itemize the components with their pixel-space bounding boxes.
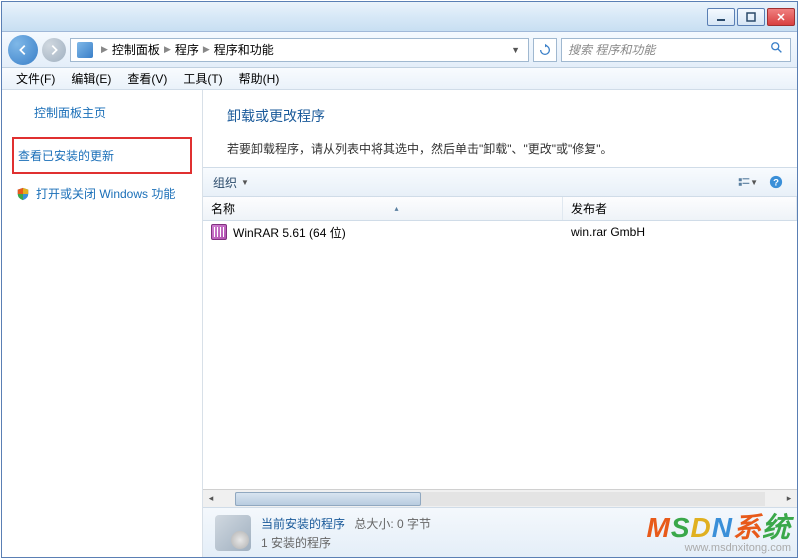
titlebar (2, 2, 797, 32)
status-count: 1 安装的程序 (261, 534, 431, 551)
scroll-thumb[interactable] (235, 492, 421, 506)
program-publisher: win.rar GmbH (563, 225, 797, 239)
control-panel-icon (77, 42, 93, 58)
chevron-right-icon: ▶ (101, 44, 108, 55)
search-input[interactable]: 搜索 程序和功能 (561, 38, 791, 62)
menu-tools[interactable]: 工具(T) (175, 70, 230, 87)
table-body: WinRAR 5.61 (64 位) win.rar GmbH (203, 221, 797, 489)
sidebar: 控制面板主页 查看已安装的更新 打开或关闭 Windows 功能 (2, 90, 202, 557)
content-pane: 卸载或更改程序 若要卸载程序，请从列表中将其选中，然后单击"卸载"、"更改"或"… (202, 90, 797, 557)
refresh-icon (538, 43, 552, 57)
chevron-right-icon: ▶ (203, 44, 210, 55)
toolbar: 组织 ▼ ▼ ? (203, 167, 797, 197)
sidebar-windows-features-link[interactable]: 打开或关闭 Windows 功能 (12, 182, 192, 205)
scroll-right-button[interactable]: ▸ (781, 491, 797, 507)
winrar-icon (211, 224, 227, 240)
chevron-down-icon: ▼ (750, 178, 758, 187)
breadcrumb-dropdown[interactable]: ▼ (505, 45, 526, 55)
breadcrumb-item[interactable]: 控制面板 (112, 41, 160, 58)
shield-icon (16, 187, 30, 201)
sidebar-home-link[interactable]: 控制面板主页 (12, 104, 192, 121)
chevron-right-icon: ▶ (164, 44, 171, 55)
view-options-button[interactable]: ▼ (737, 173, 759, 191)
program-name: WinRAR 5.61 (64 位) (233, 224, 346, 241)
column-name[interactable]: 名称 ▴ (203, 197, 563, 220)
search-placeholder: 搜索 程序和功能 (568, 41, 655, 58)
maximize-button[interactable] (737, 8, 765, 26)
forward-button[interactable] (42, 38, 66, 62)
menu-help[interactable]: 帮助(H) (231, 70, 288, 87)
window: ▶ 控制面板 ▶ 程序 ▶ 程序和功能 ▼ 搜索 程序和功能 文件(F) 编辑(… (1, 1, 798, 558)
horizontal-scrollbar[interactable]: ◂ ▸ (203, 489, 797, 507)
scroll-left-button[interactable]: ◂ (203, 491, 219, 507)
page-title: 卸载或更改程序 (227, 106, 773, 126)
menu-file[interactable]: 文件(F) (8, 70, 63, 87)
minimize-button[interactable] (707, 8, 735, 26)
status-size-value: 0 字节 (397, 517, 431, 531)
back-button[interactable] (8, 35, 38, 65)
organize-button[interactable]: 组织 ▼ (213, 174, 249, 191)
navigation-bar: ▶ 控制面板 ▶ 程序 ▶ 程序和功能 ▼ 搜索 程序和功能 (2, 32, 797, 68)
refresh-button[interactable] (533, 38, 557, 62)
table-header: 名称 ▴ 发布者 (203, 197, 797, 221)
status-size-label: 总大小: (354, 517, 393, 531)
breadcrumb-item[interactable]: 程序 (175, 41, 199, 58)
status-title: 当前安装的程序 (261, 517, 345, 531)
help-button[interactable]: ? (765, 173, 787, 191)
svg-text:?: ? (773, 178, 779, 189)
content-header: 卸载或更改程序 若要卸载程序，请从列表中将其选中，然后单击"卸载"、"更改"或"… (203, 90, 797, 167)
breadcrumb-item[interactable]: 程序和功能 (214, 41, 274, 58)
programs-table: 名称 ▴ 发布者 WinRAR 5.61 (64 位) win.rar GmbH (203, 197, 797, 507)
close-button[interactable] (767, 8, 795, 26)
scroll-track[interactable] (235, 492, 765, 506)
table-row[interactable]: WinRAR 5.61 (64 位) win.rar GmbH (203, 221, 797, 243)
column-publisher[interactable]: 发布者 (563, 197, 797, 220)
menu-bar: 文件(F) 编辑(E) 查看(V) 工具(T) 帮助(H) (2, 68, 797, 90)
main-area: 控制面板主页 查看已安装的更新 打开或关闭 Windows 功能 卸载或更改程序… (2, 90, 797, 557)
status-bar: 当前安装的程序 总大小: 0 字节 1 安装的程序 (203, 507, 797, 557)
sidebar-installed-updates-link[interactable]: 查看已安装的更新 (12, 137, 192, 174)
page-description: 若要卸载程序，请从列表中将其选中，然后单击"卸载"、"更改"或"修复"。 (227, 140, 773, 157)
sort-ascending-icon: ▴ (395, 204, 399, 213)
window-controls (707, 8, 795, 26)
programs-icon (215, 515, 251, 551)
menu-view[interactable]: 查看(V) (119, 70, 175, 87)
menu-edit[interactable]: 编辑(E) (63, 70, 119, 87)
chevron-down-icon: ▼ (241, 178, 249, 187)
search-icon (770, 41, 784, 58)
breadcrumb[interactable]: ▶ 控制面板 ▶ 程序 ▶ 程序和功能 ▼ (70, 38, 529, 62)
